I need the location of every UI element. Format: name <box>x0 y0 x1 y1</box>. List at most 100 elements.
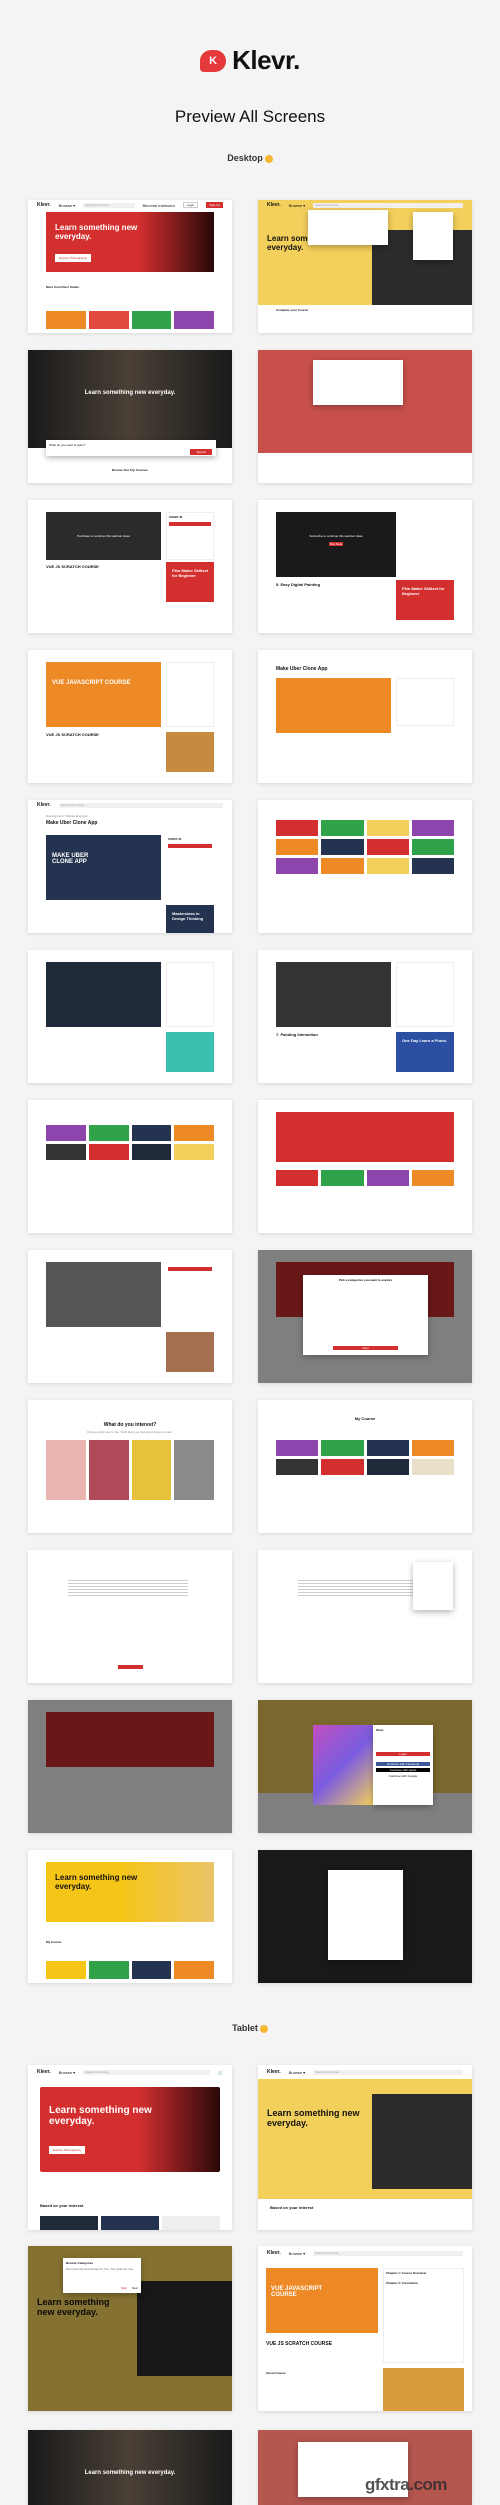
settings-form[interactable] <box>68 1580 188 1598</box>
video-player[interactable] <box>46 1262 161 1327</box>
search-input[interactable]: Search for course <box>313 2069 463 2075</box>
video-player[interactable]: MAKE UBER CLONE APP <box>46 835 161 900</box>
chapter-list[interactable] <box>396 678 454 726</box>
ad-banner[interactable] <box>166 1032 214 1072</box>
browse-dropdown[interactable] <box>313 360 403 405</box>
ad-image[interactable] <box>166 732 214 772</box>
screen-course-detail[interactable]: Purchase to continue this webinar class … <box>28 500 232 633</box>
screen-home-photo-search[interactable]: Learn something new everyday. What do yo… <box>28 350 232 483</box>
browse-menu[interactable]: Browse ▾ <box>289 2070 305 2075</box>
tablet-home-red[interactable]: Klevr. Browse ▾ Search for course 🛒 Lear… <box>28 2065 232 2230</box>
video-player[interactable]: Purchase to continue this webinar class <box>46 512 161 560</box>
screen-vue-player[interactable]: VUE JAVASCRIPT COURSE VUE JS SCRATCH COU… <box>28 650 232 783</box>
course-card[interactable] <box>131 1961 172 1979</box>
browse-dropdown[interactable] <box>308 210 388 245</box>
course-card[interactable] <box>88 1144 129 1160</box>
course-card[interactable] <box>321 820 364 836</box>
course-card[interactable] <box>46 1125 86 1141</box>
facebook-button[interactable]: Continue with Facebook <box>376 1762 430 1766</box>
chapter-list[interactable] <box>166 662 214 727</box>
ad-banner[interactable]: One Day Learn a Photo. <box>396 1032 454 1072</box>
screen-home-red[interactable]: Klevr. Browse ▾ Search for course Become… <box>28 200 232 333</box>
interest-item[interactable] <box>131 1440 172 1500</box>
lesson-list[interactable] <box>166 962 214 1027</box>
breadcrumb[interactable]: Development / Mobile Engineer <box>46 814 88 818</box>
screen-my-course[interactable]: My Course <box>258 1400 472 1533</box>
course-card[interactable] <box>46 1144 86 1160</box>
browse-menu[interactable]: Browse ▾ <box>289 2251 305 2256</box>
course-card[interactable] <box>276 1170 319 1186</box>
course-card[interactable] <box>411 1440 454 1456</box>
ad-banner[interactable]: Film Maker Skillset for Beginner <box>396 580 454 620</box>
nav-logo[interactable]: Klevr. <box>37 802 51 808</box>
screen-vue-detail[interactable]: Make Uber Clone App <box>258 650 472 783</box>
course-card[interactable] <box>321 839 364 855</box>
course-card[interactable] <box>131 1144 172 1160</box>
tablet-home-photo[interactable]: Klevr. Login Sign Up Learn something new… <box>28 2430 232 2505</box>
chapter-item[interactable]: Chapter 2: Curriculum <box>386 2281 461 2285</box>
chapter-item[interactable]: Chapter 1: Course Overview <box>386 2271 461 2275</box>
course-card[interactable] <box>174 1125 214 1141</box>
course-card[interactable] <box>366 839 409 855</box>
course-card[interactable] <box>131 1125 172 1141</box>
ad-image[interactable] <box>166 1332 214 1372</box>
course-card[interactable] <box>276 820 319 836</box>
search-button[interactable]: Search <box>190 449 212 455</box>
screen-uber-detail[interactable]: Klevr. Search for course Development / M… <box>28 800 232 933</box>
course-card[interactable] <box>46 311 86 329</box>
ad-banner[interactable]: Film Maker Skillset for Beginner <box>166 562 214 602</box>
ad-banner[interactable]: Masterclass in Design Thinking <box>166 905 214 933</box>
interest-item[interactable] <box>88 1440 129 1500</box>
screen-home-popcorn[interactable]: Learn something new everyday. My Course <box>28 1850 232 1983</box>
course-card[interactable] <box>276 1440 319 1456</box>
video-player[interactable]: Subscribe to continue this webinar class… <box>276 512 396 577</box>
screen-photoshop-lesson[interactable]: 7. Painting Interaction One Day Learn a … <box>258 950 472 1083</box>
next-button[interactable]: Next <box>333 1346 398 1350</box>
search-input[interactable]: Search for course <box>58 802 223 808</box>
lesson-list[interactable] <box>396 962 454 1027</box>
course-card[interactable] <box>366 1440 409 1456</box>
screen-interests[interactable]: What do you interest? Choose what you're… <box>28 1400 232 1533</box>
course-card[interactable] <box>321 858 364 874</box>
buy-button[interactable] <box>169 522 211 526</box>
nav-logo[interactable]: Klevr. <box>37 2069 51 2075</box>
nav-logo[interactable]: Klevr. <box>267 2069 281 2075</box>
course-card[interactable] <box>366 820 409 836</box>
screen-account-settings[interactable] <box>28 1550 232 1683</box>
screen-profile-modal[interactable] <box>258 1850 472 1983</box>
browse-menu[interactable]: Browse ▾ <box>59 203 75 208</box>
screen-my-course-list[interactable] <box>28 1100 232 1233</box>
course-card[interactable] <box>131 311 172 329</box>
interest-item[interactable] <box>46 1440 86 1500</box>
video-player[interactable]: VUE JAVASCRIPT COURSE <box>266 2268 378 2333</box>
browse-menu[interactable]: Browse ▾ <box>59 2070 75 2075</box>
tablet-home-yellow[interactable]: Klevr. Browse ▾ Search for course Learn … <box>258 2065 472 2230</box>
buy-button[interactable] <box>168 1267 212 1271</box>
become-instructor-link[interactable]: Become Instructor <box>143 203 175 208</box>
video-player[interactable] <box>276 962 391 1027</box>
screen-login-modal[interactable]: Klevr. Login Continue with Facebook Cont… <box>258 1700 472 1833</box>
screen-lesson-locked[interactable]: Subscribe to continue this webinar class… <box>258 500 472 633</box>
explore-button[interactable]: Explore Photography <box>55 254 92 262</box>
nav-logo[interactable]: Klevr. <box>267 2250 281 2256</box>
video-player[interactable]: VUE JAVASCRIPT COURSE <box>46 662 161 727</box>
course-card[interactable] <box>174 1144 214 1160</box>
screen-category-grid[interactable] <box>258 1100 472 1233</box>
course-card[interactable] <box>321 1459 364 1475</box>
cart-icon[interactable]: 🛒 <box>218 2070 223 2075</box>
course-card[interactable] <box>88 311 129 329</box>
course-card[interactable] <box>411 820 454 836</box>
modal-backdrop[interactable] <box>28 1700 232 1833</box>
course-card[interactable] <box>411 858 454 874</box>
course-card[interactable] <box>411 1459 454 1475</box>
screen-home-red-menu[interactable] <box>258 350 472 483</box>
course-card[interactable] <box>40 2216 98 2230</box>
search-input[interactable]: Search for course <box>83 202 135 208</box>
screen-browse-popup[interactable] <box>28 1700 232 1833</box>
course-card[interactable] <box>276 1459 319 1475</box>
search-input[interactable]: Search for course <box>83 2069 211 2075</box>
course-card[interactable] <box>366 1170 409 1186</box>
course-card[interactable] <box>411 839 454 855</box>
next-button[interactable]: Next <box>132 2286 138 2290</box>
save-button[interactable] <box>118 1665 143 1669</box>
